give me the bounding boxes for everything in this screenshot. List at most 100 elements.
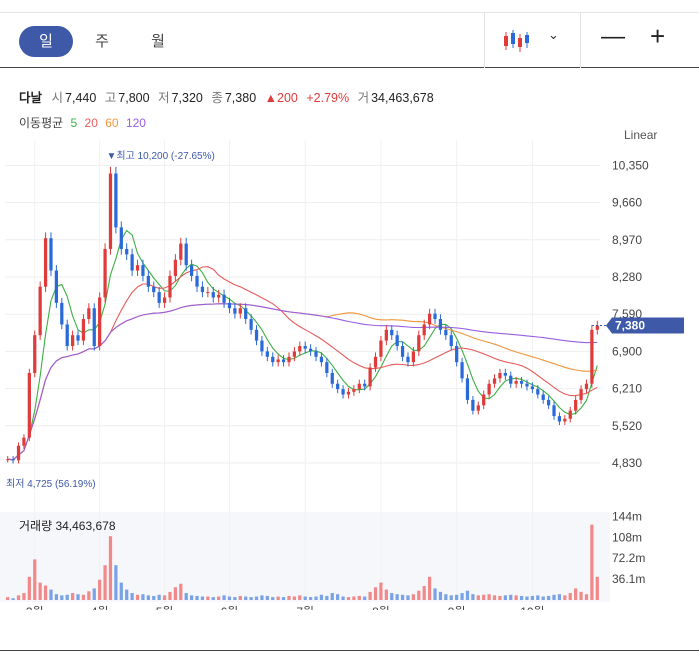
volume-bar — [352, 596, 356, 600]
candle-body — [584, 383, 589, 390]
candle-body — [352, 389, 356, 392]
volume-bar — [438, 591, 443, 600]
candle-body — [114, 173, 118, 228]
candle-body — [16, 445, 21, 461]
volume-bar — [498, 595, 502, 600]
candle-body — [492, 378, 497, 384]
candle-body — [211, 292, 215, 298]
volume-bar — [346, 597, 351, 600]
volume-bar — [590, 524, 594, 600]
volume-bar — [141, 594, 145, 600]
volume-bar — [530, 595, 535, 600]
volume-bar — [292, 596, 297, 600]
candle-body — [482, 394, 486, 406]
volume-bar — [579, 591, 583, 600]
tab-daily[interactable]: 일 — [19, 26, 73, 57]
volume-bar — [217, 596, 221, 600]
volume-bar — [222, 595, 226, 600]
volume-bar — [11, 598, 15, 600]
change-value: ▲200 — [264, 91, 298, 105]
open-value: 7,440 — [65, 91, 97, 105]
zoom-out-icon[interactable]: — — [601, 23, 625, 51]
volume-bar — [314, 596, 318, 600]
price-chart[interactable]: 10,3509,6608,9708,2807,5906,9006,2105,52… — [0, 140, 699, 610]
candlestick-icon[interactable] — [502, 29, 530, 53]
volume-bar — [92, 588, 96, 600]
volume-bar — [211, 597, 215, 600]
candle-body — [530, 386, 535, 390]
volume-bar — [417, 590, 421, 600]
candle-body — [379, 340, 383, 357]
volume-bar — [541, 596, 545, 600]
y-tick-label: 8,280 — [612, 270, 642, 284]
volume-bar — [357, 595, 361, 600]
candle-body — [519, 381, 524, 384]
volume-bar — [476, 595, 480, 600]
volume-bar — [227, 596, 232, 600]
x-tick-label: 4월 — [91, 605, 109, 610]
volume-bar — [455, 594, 459, 600]
candle-body — [455, 346, 459, 363]
candle-body — [249, 319, 253, 330]
x-tick-label: 9월 — [448, 605, 466, 610]
candle-body — [184, 243, 188, 266]
tab-weekly[interactable]: 주 — [75, 26, 129, 57]
candle-body — [152, 286, 156, 293]
volume-bar — [271, 597, 275, 600]
divider — [0, 650, 699, 651]
volume-bar — [195, 595, 199, 600]
volume-bar — [184, 593, 188, 600]
candle-body — [11, 459, 15, 461]
volume-bar — [265, 595, 269, 600]
volume-bar — [152, 595, 156, 600]
x-tick-label: 10월 — [520, 605, 544, 610]
ma-20: 20 — [84, 116, 98, 130]
divider — [484, 13, 485, 68]
chevron-down-icon[interactable]: ⌄ — [548, 27, 559, 43]
zoom-in-icon[interactable]: + — [650, 21, 665, 52]
volume-bar — [114, 565, 118, 600]
candle-body — [189, 265, 194, 276]
candle-body — [546, 399, 551, 406]
volume-bar — [238, 595, 242, 600]
volume-bar — [65, 594, 69, 600]
volume-bar — [16, 595, 21, 600]
volume-bar — [384, 589, 388, 600]
candle-body — [568, 410, 572, 419]
volume-label: 거 — [357, 91, 370, 105]
candle-body — [595, 325, 599, 330]
volume-bar — [298, 595, 302, 600]
tab-monthly[interactable]: 월 — [131, 26, 185, 57]
volume-bar — [98, 579, 102, 600]
volume-bar — [81, 594, 86, 600]
volume-bar — [22, 593, 26, 600]
volume-bar — [492, 595, 497, 600]
volume-bar — [130, 593, 134, 600]
candle-body — [135, 265, 140, 271]
candle-body — [27, 372, 31, 438]
x-tick-label: 7월 — [296, 605, 314, 610]
candle-body — [373, 356, 378, 368]
volume-bar — [552, 594, 556, 600]
candle-body — [81, 319, 86, 341]
candle-body — [276, 359, 280, 363]
candle-body — [103, 248, 107, 298]
volume-bar — [146, 595, 150, 600]
volume-bar — [433, 588, 437, 600]
candle-body — [498, 372, 502, 379]
candle-body — [222, 294, 226, 303]
volume-bar — [406, 595, 410, 600]
x-tick-label: 8월 — [372, 605, 390, 610]
volume-bar — [49, 589, 53, 600]
candle-body — [49, 238, 53, 271]
change-percent: +2.79% — [306, 91, 350, 105]
candle-body — [563, 418, 567, 422]
candle-body — [336, 383, 340, 390]
volume-bar — [70, 593, 75, 600]
y-tick-label: 5,520 — [612, 419, 642, 433]
volume-bar — [173, 587, 178, 600]
volume-bar — [325, 595, 329, 600]
candle-body — [411, 351, 416, 363]
volume-bar — [27, 576, 31, 600]
candle-body — [195, 275, 199, 287]
